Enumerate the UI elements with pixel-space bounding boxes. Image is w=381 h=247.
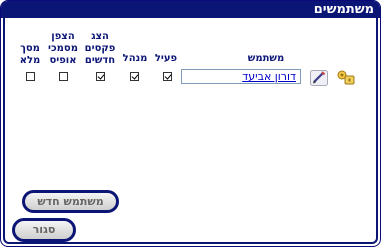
key-lock-icon[interactable] bbox=[336, 69, 356, 91]
header-manager: מנהל bbox=[122, 53, 148, 64]
full-screen-checkbox[interactable] bbox=[26, 72, 35, 81]
header-active: פעיל bbox=[154, 53, 178, 64]
header-encrypt-office-docs: הצפן מסמכי אופיס bbox=[48, 31, 78, 66]
active-checkbox[interactable] bbox=[163, 72, 172, 81]
users-window: משתמשים משתמש פעיל מנהל הצג פקסים חדשים … bbox=[0, 0, 381, 247]
title-bar: משתמשים bbox=[1, 1, 380, 18]
encrypt-office-docs-checkbox[interactable] bbox=[59, 72, 68, 81]
user-name-field[interactable]: דורון אביעד bbox=[181, 69, 301, 84]
pencil-icon[interactable] bbox=[310, 70, 328, 90]
header-user: משתמש bbox=[247, 53, 285, 64]
new-user-button[interactable]: משתמש חדש bbox=[22, 190, 119, 213]
show-new-faxes-checkbox[interactable] bbox=[96, 72, 105, 81]
header-full-screen: מסך מלא bbox=[19, 43, 41, 66]
user-name-link[interactable]: דורון אביעד bbox=[242, 70, 296, 83]
header-show-new-faxes: הצג פקסים חדשים bbox=[84, 31, 116, 66]
close-button[interactable]: סגור bbox=[12, 218, 76, 242]
manager-checkbox[interactable] bbox=[130, 72, 139, 81]
window-title: משתמשים bbox=[313, 2, 374, 17]
